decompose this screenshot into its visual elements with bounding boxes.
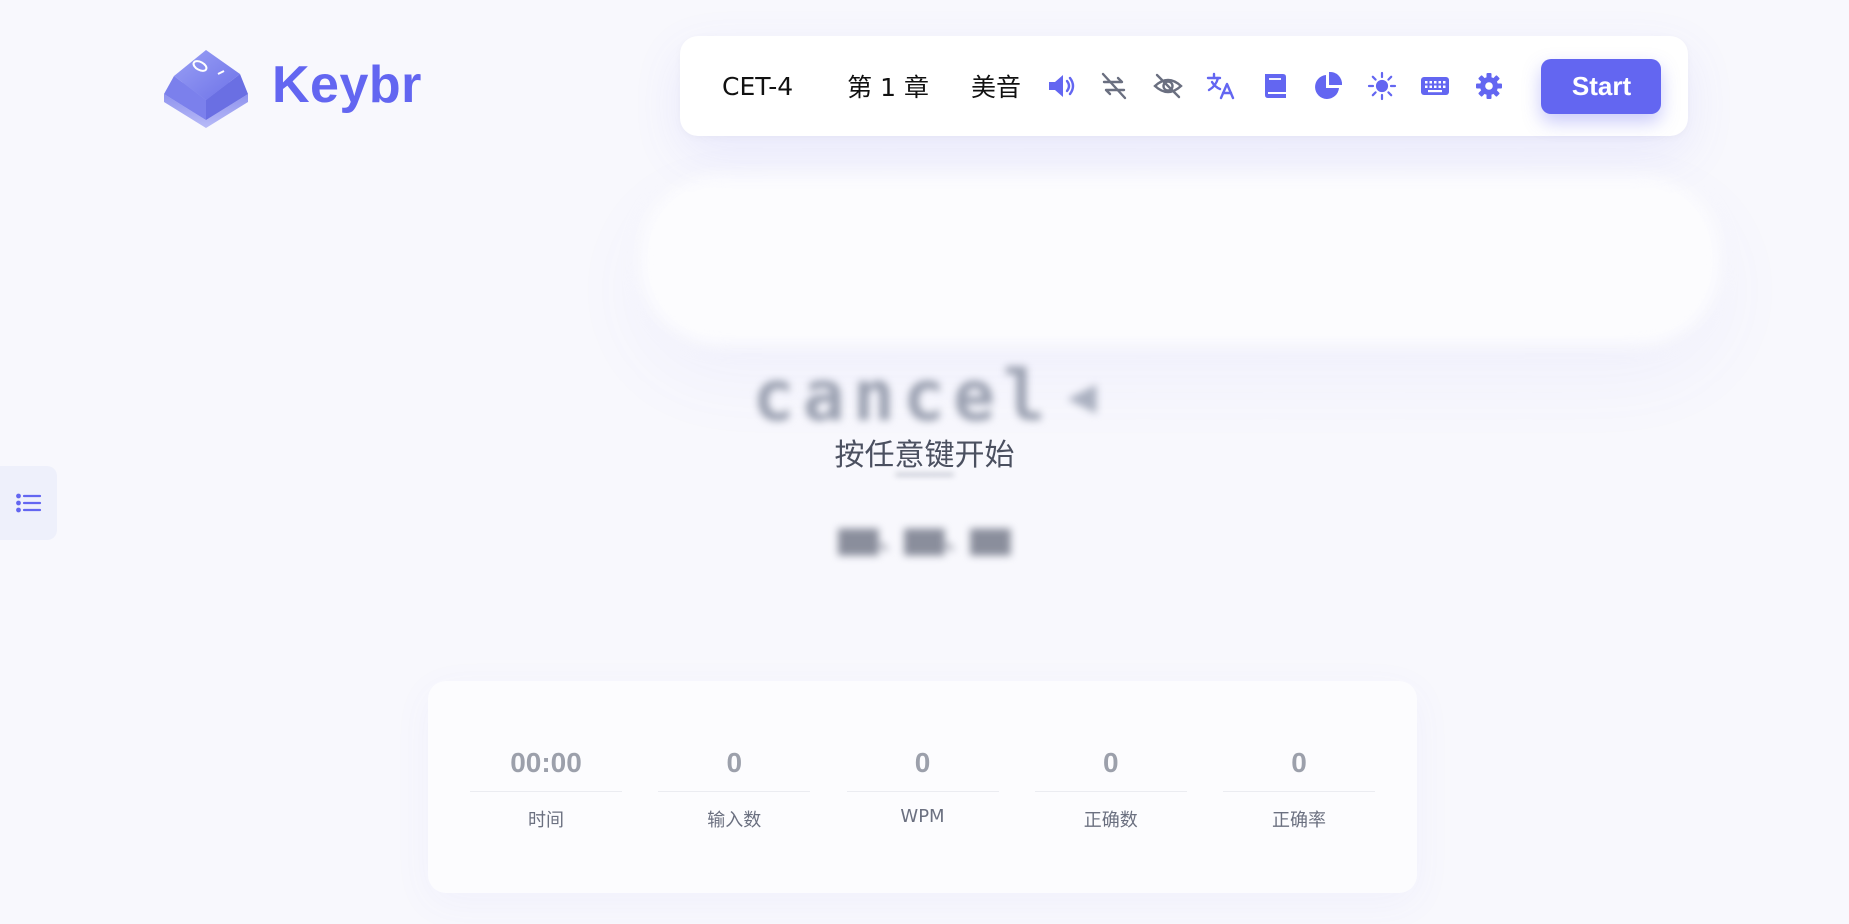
word-translation: ▇▇、▇▇、▇▇ (838, 526, 1011, 556)
stat-label: 时间 (528, 810, 564, 831)
stat-correct: 0 正确数 (1034, 747, 1187, 832)
brand-logo[interactable]: Keybr (156, 42, 422, 128)
accent-selector[interactable]: 美音 (971, 68, 1021, 104)
current-word: cancel (752, 355, 1054, 437)
dictionary-selector[interactable]: CET-4 (722, 72, 793, 101)
sun-icon[interactable] (1366, 70, 1398, 102)
stat-value: 0 (1034, 747, 1187, 792)
stats-panel: 00:00 时间 0 输入数 0 WPM 0 正确数 0 正确率 (428, 681, 1417, 893)
sound-icon[interactable] (1045, 70, 1077, 102)
stat-label: 正确数 (1083, 810, 1138, 831)
stat-inputs: 0 输入数 (658, 747, 811, 832)
brand-name: Keybr (272, 56, 422, 114)
loop-off-icon[interactable] (1098, 70, 1130, 102)
start-button[interactable]: Start (1541, 58, 1662, 114)
eye-off-icon[interactable] (1152, 70, 1184, 102)
book-icon[interactable] (1259, 70, 1291, 102)
stat-value: 0 (846, 747, 999, 792)
toolbar-icon-group (1045, 70, 1527, 102)
press-any-key-hint: 按任意键开始 (834, 438, 1015, 473)
word-display: cancel ◀ (0, 355, 1849, 437)
stat-wpm: 0 WPM (846, 747, 999, 827)
chapter-selector[interactable]: 第 1 章 (847, 68, 929, 104)
stat-value: 00:00 (470, 747, 622, 792)
stat-value: 0 (1223, 747, 1375, 792)
stat-label: 输入数 (707, 810, 762, 831)
gear-icon[interactable] (1473, 70, 1505, 102)
word-sound-icon: ◀ (1067, 374, 1097, 418)
stat-label: WPM (900, 806, 945, 827)
pie-chart-icon[interactable] (1312, 70, 1344, 102)
stat-accuracy: 0 正确率 (1223, 747, 1375, 832)
blurred-panel (640, 175, 1720, 345)
keycap-logo-icon (164, 50, 248, 128)
stat-value: 0 (658, 747, 811, 792)
word-list-toggle[interactable] (0, 466, 57, 540)
list-icon (15, 493, 41, 513)
translate-icon[interactable] (1205, 70, 1237, 102)
top-toolbar: CET-4 第 1 章 美音 Start (680, 36, 1688, 136)
keyboard-icon[interactable] (1419, 70, 1451, 102)
stat-label: 正确率 (1272, 810, 1326, 831)
stat-time: 00:00 时间 (470, 747, 622, 832)
